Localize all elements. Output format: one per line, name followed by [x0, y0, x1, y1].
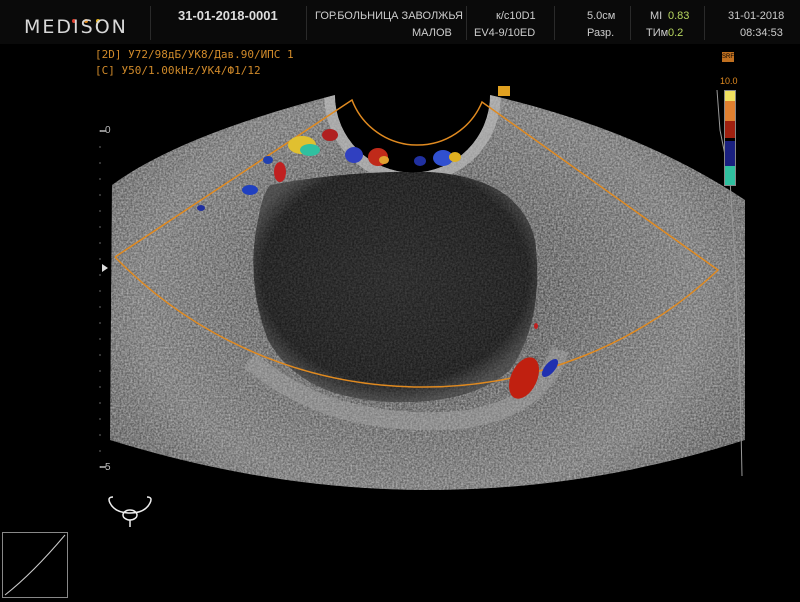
uterus-icon	[108, 496, 152, 527]
flow-blob	[300, 144, 320, 156]
flow-blob	[197, 205, 205, 211]
flow-blob	[414, 156, 426, 166]
color-bar-segment	[725, 121, 735, 138]
srf-marker: SRF	[722, 52, 734, 62]
gamma-curve-line	[4, 534, 66, 596]
color-bar-segment	[725, 101, 735, 121]
flow-blob	[345, 147, 363, 163]
depth-marker-icon	[102, 264, 108, 272]
uterus-icon-body	[122, 509, 138, 521]
flow-blob	[242, 185, 258, 195]
color-bar-top-value: 10.0	[720, 76, 738, 86]
color-bar-segment	[725, 166, 735, 185]
color-bar-segment	[725, 91, 735, 101]
gamma-curve-graphic	[4, 534, 66, 596]
color-velocity-bar	[724, 90, 736, 186]
depth-label-bottom: 5	[105, 462, 111, 473]
color-bar-baseline	[725, 138, 735, 141]
flow-blob	[263, 156, 273, 164]
flow-blob	[534, 323, 538, 329]
flow-blob	[322, 129, 338, 141]
ultrasound-image	[99, 60, 745, 527]
depth-label-top: 0	[105, 125, 111, 136]
flow-blob	[379, 156, 389, 164]
depth-scale	[99, 130, 108, 470]
roi-anchor-marker	[498, 86, 510, 96]
flow-blob	[274, 162, 286, 182]
gamma-curve-icon	[2, 532, 68, 598]
color-bar-segment	[725, 141, 735, 166]
flow-blob	[449, 152, 461, 162]
